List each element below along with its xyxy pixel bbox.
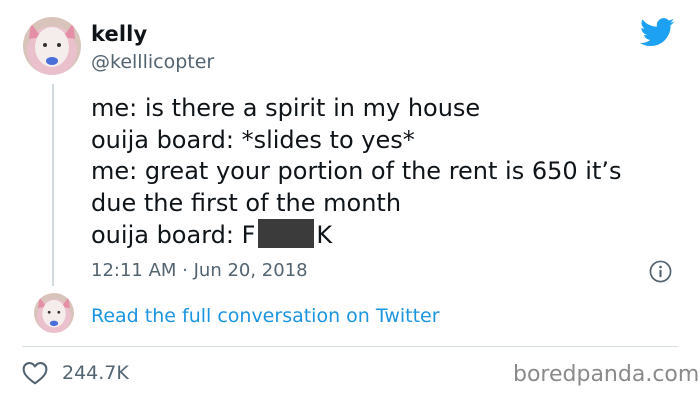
tweet-line: me: is there a spirit in my house bbox=[91, 94, 481, 122]
heart-icon[interactable] bbox=[22, 361, 48, 385]
tweet-line: ouija board: *slides to yes* bbox=[91, 125, 415, 154]
tweet-timestamp[interactable]: 12:11 AM · Jun 20, 2018 bbox=[91, 260, 308, 281]
tweet-line-censored: ouija board: F K bbox=[91, 219, 681, 252]
read-conversation-link[interactable]: Read the full conversation on Twitter bbox=[91, 305, 440, 327]
divider bbox=[22, 346, 678, 347]
user-handle[interactable]: @kelllicopter bbox=[91, 51, 214, 73]
censored-line-suffix: K bbox=[316, 221, 333, 249]
avatar-small[interactable] bbox=[34, 293, 74, 333]
like-count: 244.7K bbox=[62, 362, 129, 384]
tweet-line: due the first of the month bbox=[91, 188, 402, 217]
tweet-text: me: is there a spirit in my house ouija … bbox=[91, 93, 681, 252]
info-icon[interactable] bbox=[649, 260, 672, 283]
display-name[interactable]: kelly bbox=[91, 22, 147, 46]
censor-block bbox=[258, 219, 315, 248]
watermark: boredpanda.com bbox=[513, 362, 700, 387]
avatar[interactable] bbox=[23, 17, 81, 75]
twitter-bird-icon[interactable] bbox=[640, 18, 675, 47]
tweet-line: me: great your portion of the rent is 65… bbox=[91, 157, 622, 185]
censored-line-prefix: ouija board: F bbox=[91, 221, 256, 249]
thread-line bbox=[52, 84, 54, 286]
